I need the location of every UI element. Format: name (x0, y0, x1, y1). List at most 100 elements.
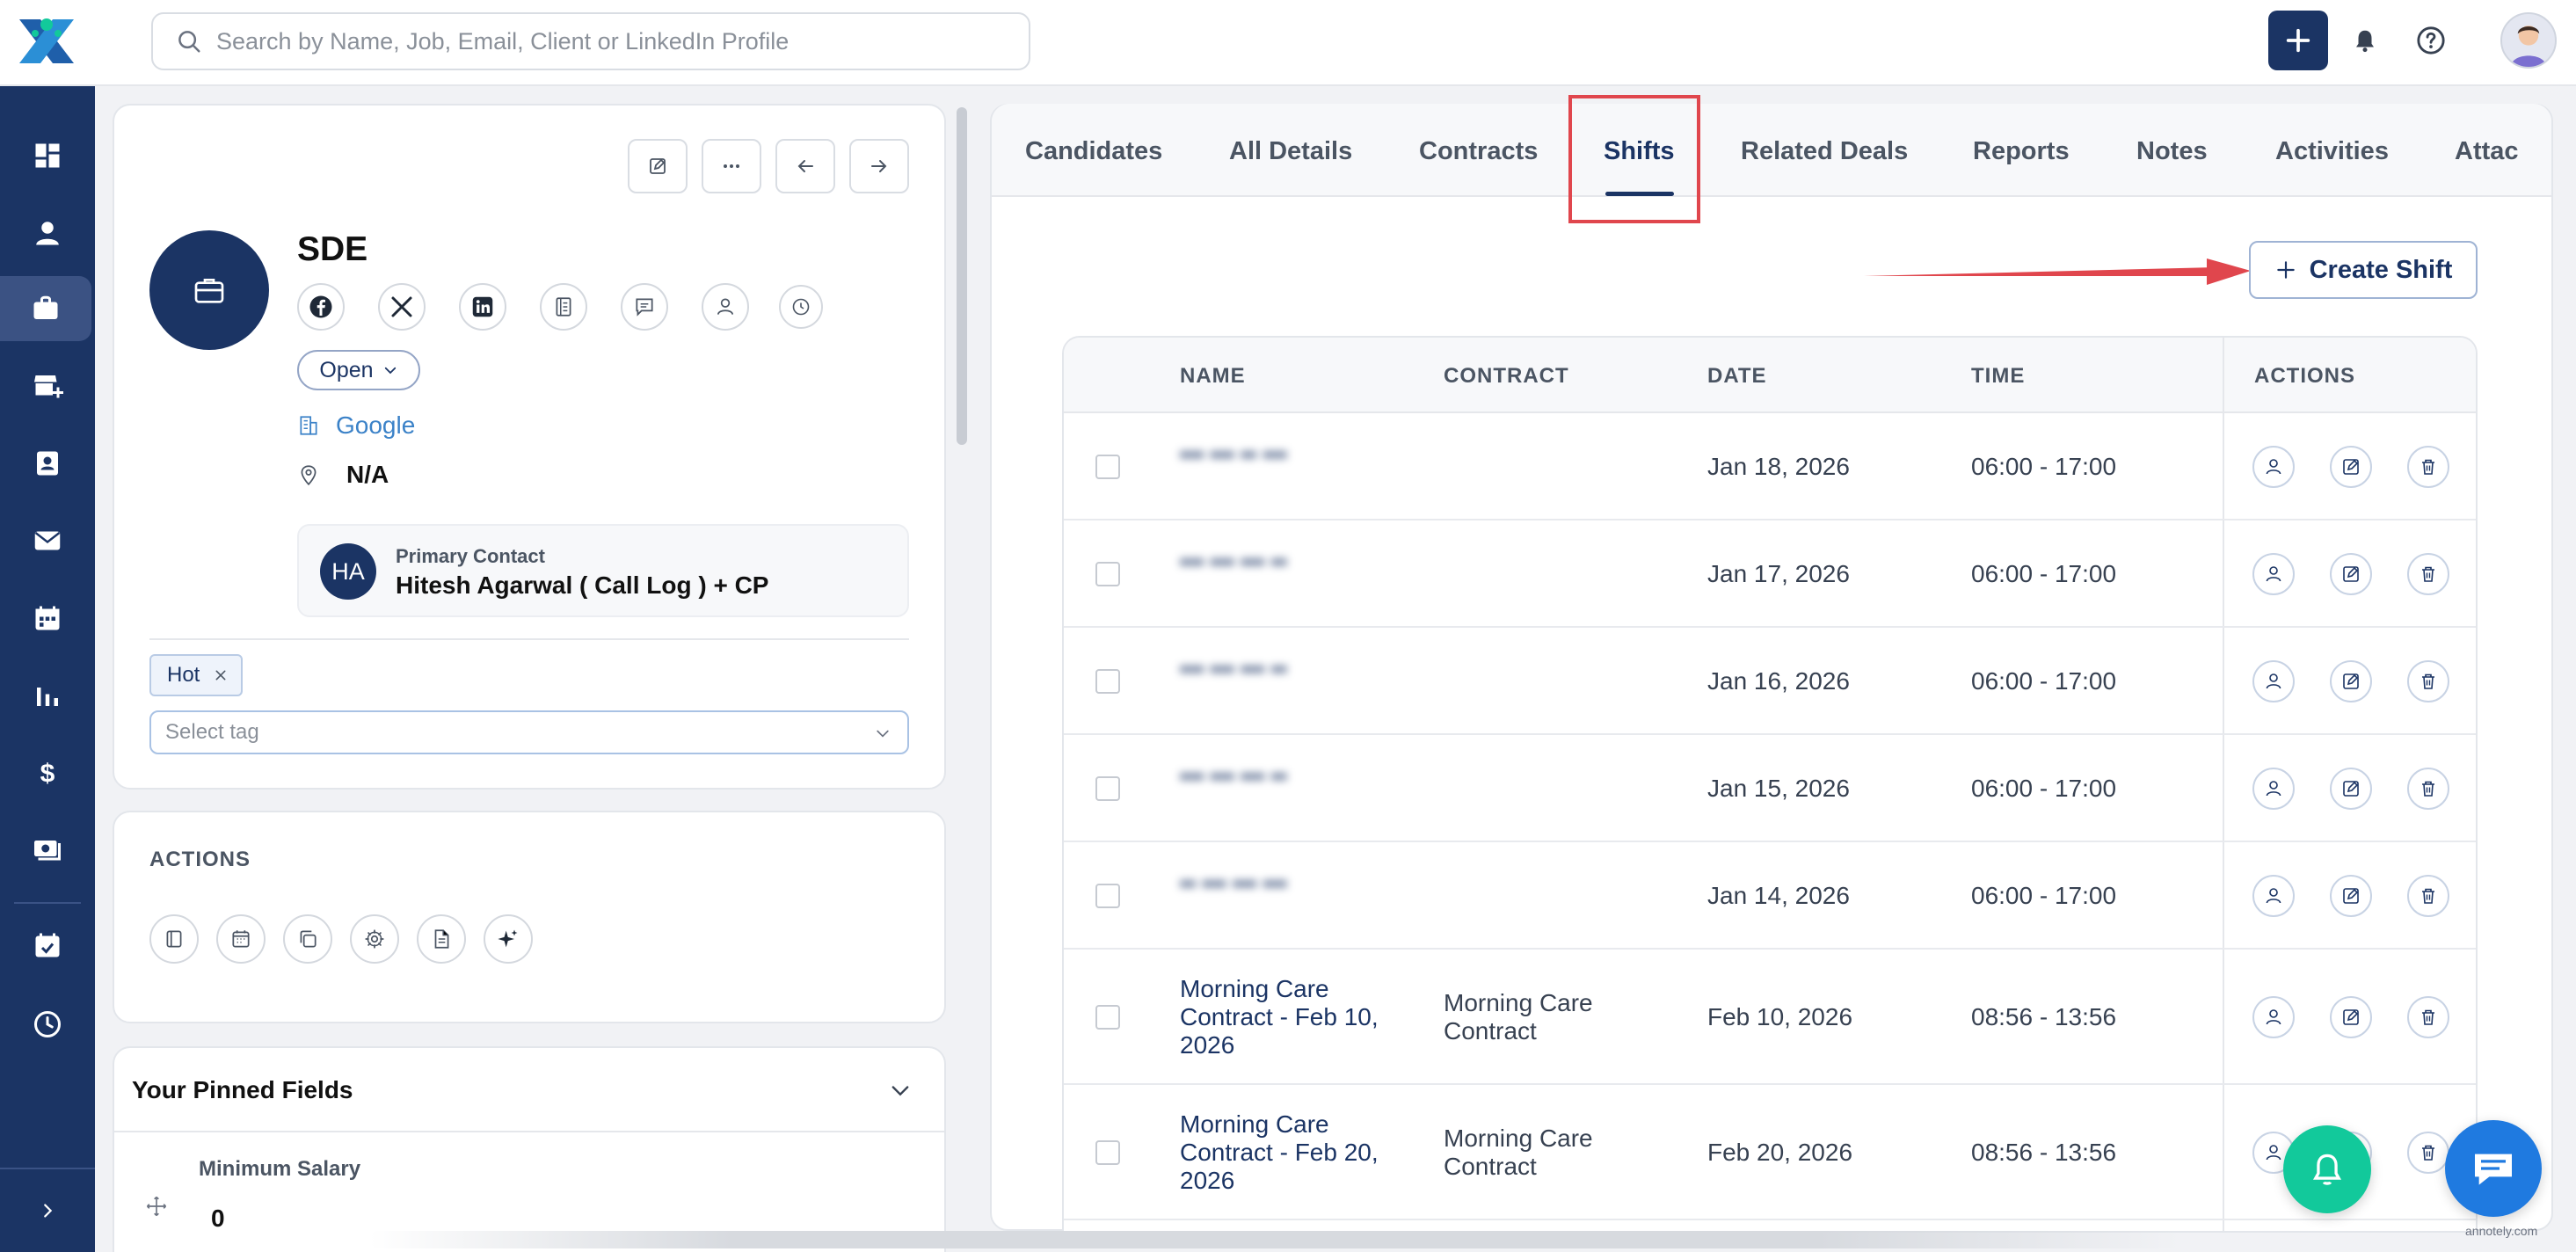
header-date[interactable]: DATE (1707, 364, 1767, 389)
table-row[interactable]: ••• ••• ••• •• Jan 17, 2026 06:00 - 17:00 (1064, 520, 2476, 628)
tab-attachments[interactable]: Attac (2455, 137, 2519, 166)
row-checkbox[interactable] (1095, 776, 1120, 801)
sidebar-expand-button[interactable] (0, 1168, 95, 1252)
search-input[interactable] (216, 27, 1008, 55)
row-checkbox[interactable] (1095, 455, 1120, 479)
tab-activities[interactable]: Activities (2275, 137, 2389, 166)
tab-related-deals[interactable]: Related Deals (1741, 137, 1908, 166)
shift-name-redacted[interactable]: ••• ••• ••• •• (1180, 548, 1373, 576)
client-link[interactable]: Google (297, 411, 415, 440)
sidebar-item-dashboard[interactable] (0, 123, 95, 188)
sidebar-item-contacts[interactable] (0, 431, 95, 496)
action-schedule-button[interactable] (216, 914, 266, 964)
row-checkbox[interactable] (1095, 884, 1120, 908)
history-link[interactable] (779, 285, 823, 329)
shift-name-redacted[interactable]: ••• ••• ••• •• (1180, 655, 1373, 683)
help-button[interactable] (2413, 23, 2449, 58)
create-shift-button[interactable]: Create Shift (2249, 241, 2478, 299)
header-contract[interactable]: CONTRACT (1444, 364, 1569, 389)
message-link[interactable] (621, 283, 668, 331)
edit-shift-button[interactable] (2330, 768, 2372, 810)
user-avatar[interactable] (2500, 12, 2557, 69)
action-document-button[interactable] (417, 914, 466, 964)
table-row[interactable]: Morning Care Contract - Feb 20, 2026 Morn… (1064, 1085, 2476, 1220)
more-options-button[interactable] (702, 139, 761, 193)
tab-reports[interactable]: Reports (1973, 137, 2070, 166)
delete-shift-button[interactable] (2407, 996, 2449, 1038)
assign-candidate-button[interactable] (2252, 996, 2295, 1038)
linkedin-link[interactable] (459, 283, 506, 331)
shift-name-redacted[interactable]: ••• ••• ••• •• (1180, 762, 1373, 790)
action-settings-button[interactable] (350, 914, 399, 964)
delete-shift-button[interactable] (2407, 768, 2449, 810)
tab-all-details[interactable]: All Details (1229, 137, 1352, 166)
next-job-button[interactable] (849, 139, 909, 193)
table-row[interactable]: ••• ••• ••• •• Jan 15, 2026 06:00 - 17:00 (1064, 735, 2476, 842)
delete-shift-button[interactable] (2407, 1132, 2449, 1174)
edit-job-button[interactable] (628, 139, 688, 193)
shift-name-redacted[interactable]: •• ••• ••• ••• (1180, 870, 1373, 898)
edit-shift-button[interactable] (2330, 875, 2372, 917)
assign-candidate-button[interactable] (2252, 660, 2295, 702)
sidebar-item-jobs[interactable] (0, 276, 91, 341)
edit-shift-button[interactable] (2330, 660, 2372, 702)
notification-fab[interactable] (2283, 1125, 2371, 1213)
assign-candidate-button[interactable] (2252, 875, 2295, 917)
horizontal-scrollbar[interactable] (369, 1231, 2180, 1248)
app-logo[interactable] (14, 12, 79, 70)
sidebar-item-candidates[interactable] (0, 200, 95, 266)
sidebar-item-clients[interactable] (0, 353, 95, 419)
delete-shift-button[interactable] (2407, 446, 2449, 488)
action-duplicate-button[interactable] (283, 914, 332, 964)
chat-fab[interactable] (2445, 1120, 2542, 1217)
row-checkbox[interactable] (1095, 669, 1120, 694)
job-status-dropdown[interactable]: Open (297, 350, 420, 390)
tab-candidates[interactable]: Candidates (1025, 137, 1162, 166)
tab-contracts[interactable]: Contracts (1419, 137, 1538, 166)
edit-shift-button[interactable] (2330, 553, 2372, 595)
previous-job-button[interactable] (775, 139, 835, 193)
sidebar-item-billing[interactable]: $ (0, 740, 95, 805)
delete-shift-button[interactable] (2407, 875, 2449, 917)
primary-contact-card[interactable]: HA Primary Contact Hitesh Agarwal ( Call… (297, 524, 909, 617)
row-checkbox[interactable] (1095, 1140, 1120, 1165)
notifications-button[interactable] (2347, 23, 2383, 58)
job-description-link[interactable] (540, 283, 587, 331)
drag-handle-icon[interactable] (144, 1194, 169, 1219)
shift-name-redacted[interactable]: ••• ••• •• ••• (1180, 440, 1373, 469)
quick-add-button[interactable] (2268, 11, 2328, 70)
sidebar-item-reports[interactable] (0, 663, 95, 728)
delete-shift-button[interactable] (2407, 660, 2449, 702)
shift-name-link[interactable]: Morning Care Contract - Feb 20, 2026 (1180, 1110, 1408, 1195)
table-row[interactable]: •• ••• ••• ••• Jan 14, 2026 06:00 - 17:00 (1064, 842, 2476, 950)
tab-notes[interactable]: Notes (2136, 137, 2208, 166)
header-time[interactable]: TIME (1971, 364, 2025, 389)
row-checkbox[interactable] (1095, 562, 1120, 586)
assign-candidate-button[interactable] (2252, 768, 2295, 810)
left-panel-scrollbar[interactable] (957, 107, 967, 445)
edit-shift-button[interactable] (2330, 996, 2372, 1038)
table-row[interactable]: ••• ••• •• ••• Jan 18, 2026 06:00 - 17:00 (1064, 413, 2476, 520)
assign-candidate-button[interactable] (2252, 446, 2295, 488)
sidebar-item-payments[interactable] (0, 816, 95, 881)
owner-link[interactable] (702, 283, 749, 331)
global-search[interactable] (151, 12, 1030, 70)
chevron-down-icon[interactable] (888, 1078, 913, 1103)
sidebar-item-tasks[interactable] (0, 913, 95, 978)
header-name[interactable]: NAME (1180, 364, 1246, 389)
sidebar-item-history[interactable] (0, 992, 95, 1057)
edit-shift-button[interactable] (2330, 446, 2372, 488)
assign-candidate-button[interactable] (2252, 553, 2295, 595)
table-row[interactable]: Morning Care Contract - Feb 10, 2026 Morn… (1064, 950, 2476, 1085)
row-checkbox[interactable] (1095, 1005, 1120, 1030)
x-twitter-link[interactable] (378, 283, 426, 331)
facebook-link[interactable] (297, 283, 345, 331)
action-panel-button[interactable] (149, 914, 199, 964)
sidebar-item-calendar[interactable] (0, 586, 95, 651)
table-row[interactable]: ••• ••• ••• •• Jan 16, 2026 06:00 - 17:00 (1064, 628, 2476, 735)
delete-shift-button[interactable] (2407, 553, 2449, 595)
tag-select[interactable]: Select tag (149, 710, 909, 754)
shift-name-link[interactable]: Morning Care Contract - Feb 10, 2026 (1180, 975, 1408, 1059)
sidebar-item-email[interactable] (0, 508, 95, 573)
close-icon[interactable] (214, 668, 228, 682)
